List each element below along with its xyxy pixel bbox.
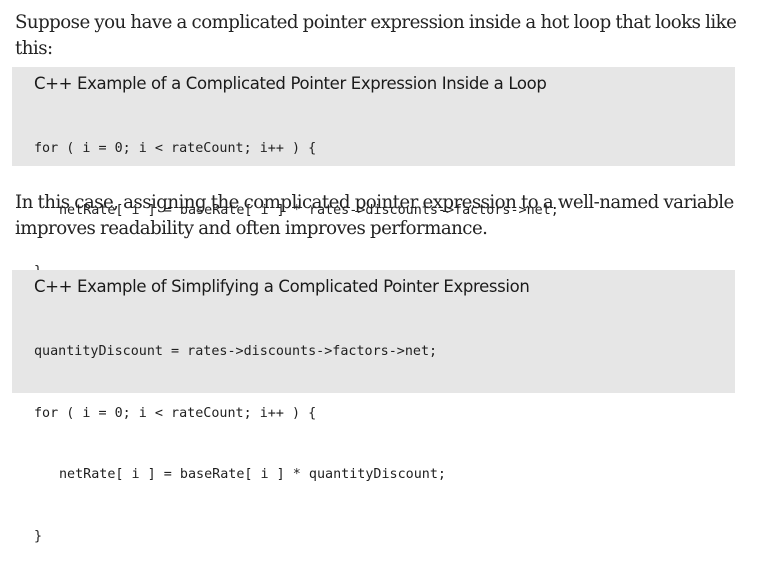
intro-paragraph: Suppose you have a complicated pointer e… bbox=[15, 12, 737, 59]
explanation-paragraph: In this case, assigning the complicated … bbox=[15, 192, 734, 239]
code-example-title: C++ Example of Simplifying a Complicated… bbox=[34, 277, 530, 296]
code-line: for ( i = 0; i < rateCount; i++ ) { bbox=[34, 141, 317, 156]
code-line: netRate[ i ] = baseRate[ i ] * quantityD… bbox=[59, 467, 446, 482]
code-line: quantityDiscount = rates->discounts->fac… bbox=[34, 344, 438, 359]
code-example-title: C++ Example of a Complicated Pointer Exp… bbox=[34, 74, 547, 93]
code-example-loop: C++ Example of a Complicated Pointer Exp… bbox=[12, 67, 735, 279]
code-line: for ( i = 0; i < rateCount; i++ ) { bbox=[34, 405, 317, 421]
code-line: } bbox=[34, 528, 43, 544]
code-block: quantityDiscount = rates->discounts->fac… bbox=[34, 301, 735, 588]
code-example-simplified: C++ Example of Simplifying a Complicated… bbox=[12, 270, 735, 544]
